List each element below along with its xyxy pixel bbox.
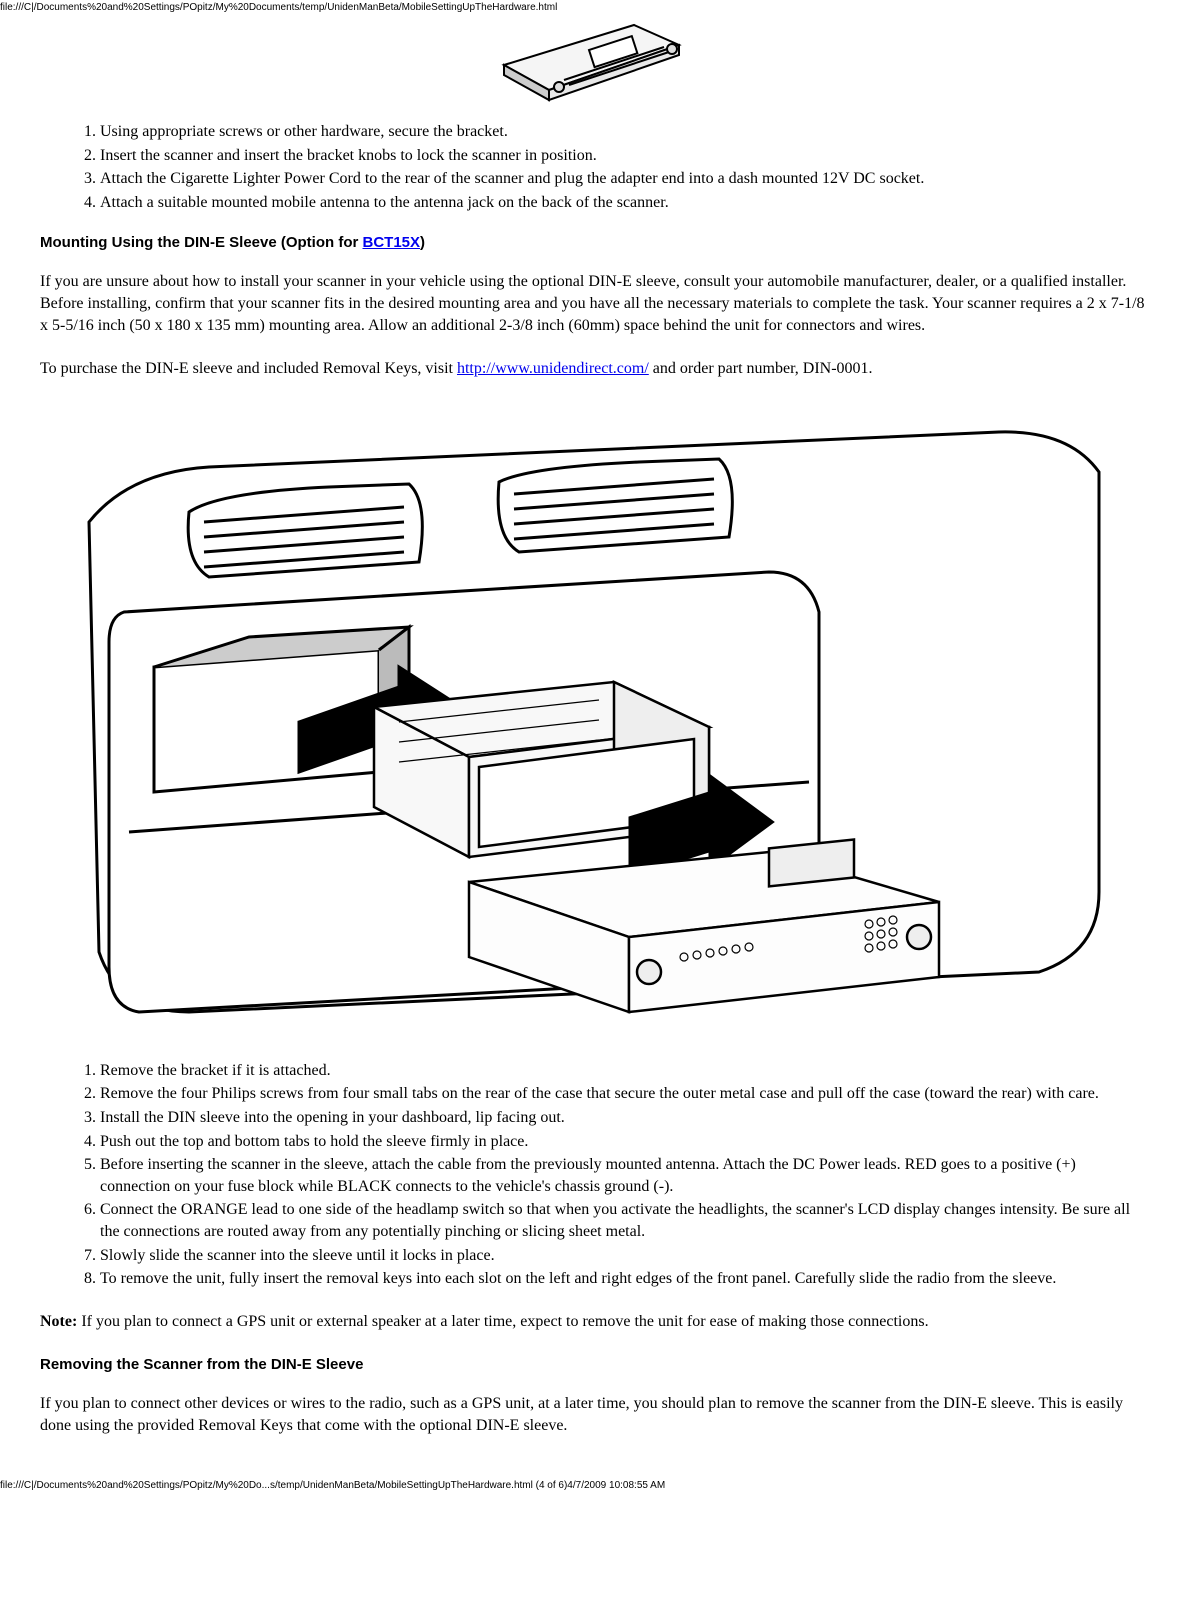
din-e-purchase-paragraph: To purchase the DIN-E sleeve and include… <box>40 358 1147 380</box>
paragraph-text-pre: To purchase the DIN-E sleeve and include… <box>40 360 457 377</box>
din-e-install-figure <box>40 402 1147 1049</box>
heading-text-post: ) <box>420 234 425 251</box>
list-item: Slowly slide the scanner into the sleeve… <box>100 1244 1147 1268</box>
list-item: Remove the bracket if it is attached. <box>100 1059 1147 1083</box>
paragraph-text-post: and order part number, DIN-0001. <box>649 360 873 377</box>
list-item: Install the DIN sleeve into the opening … <box>100 1106 1147 1130</box>
list-item: Push out the top and bottom tabs to hold… <box>100 1130 1147 1154</box>
heading-text-pre: Mounting Using the DIN-E Sleeve (Option … <box>40 234 363 251</box>
document-content: Using appropriate screws or other hardwa… <box>0 15 1187 1478</box>
gps-note: Note: If you plan to connect a GPS unit … <box>40 1311 1147 1333</box>
din-e-intro-paragraph: If you are unsure about how to install y… <box>40 271 1147 336</box>
list-item: To remove the unit, fully insert the rem… <box>100 1267 1147 1291</box>
list-item: Before inserting the scanner in the slee… <box>100 1153 1147 1198</box>
bracket-mounting-steps: Using appropriate screws or other hardwa… <box>40 120 1147 214</box>
list-item: Attach the Cigarette Lighter Power Cord … <box>100 167 1147 191</box>
removing-scanner-heading: Removing the Scanner from the DIN-E Slee… <box>40 1356 1147 1373</box>
removing-scanner-paragraph: If you plan to connect other devices or … <box>40 1393 1147 1436</box>
list-item: Attach a suitable mounted mobile antenna… <box>100 191 1147 215</box>
scanner-rear-figure <box>40 15 1147 110</box>
list-item: Using appropriate screws or other hardwa… <box>100 120 1147 144</box>
list-item: Connect the ORANGE lead to one side of t… <box>100 1198 1147 1243</box>
list-item: Insert the scanner and insert the bracke… <box>100 144 1147 168</box>
note-label: Note: <box>40 1313 77 1330</box>
footer-file-path: file:///C|/Documents%20and%20Settings/PO… <box>0 1478 1187 1493</box>
bct15x-link[interactable]: BCT15X <box>363 234 421 251</box>
note-text: If you plan to connect a GPS unit or ext… <box>77 1313 928 1330</box>
list-item: Remove the four Philips screws from four… <box>100 1082 1147 1106</box>
unidendirect-link[interactable]: http://www.unidendirect.com/ <box>457 360 649 377</box>
din-e-install-steps: Remove the bracket if it is attached. Re… <box>40 1059 1147 1291</box>
header-file-path: file:///C|/Documents%20and%20Settings/PO… <box>0 0 1187 15</box>
mounting-din-e-heading: Mounting Using the DIN-E Sleeve (Option … <box>40 234 1147 251</box>
